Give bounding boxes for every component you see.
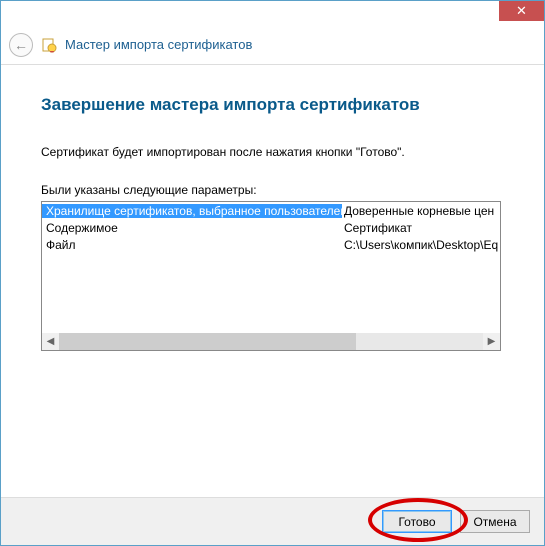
param-value: C:\Users\компик\Desktop\Eq — [342, 238, 501, 252]
wizard-window: ✕ ← Мастер импорта сертификатов Завершен… — [0, 0, 545, 546]
scroll-left-arrow[interactable]: ◀ — [42, 333, 59, 350]
description-text: Сертификат будет импортирован после нажа… — [41, 145, 504, 159]
param-name: Хранилище сертификатов, выбранное пользо… — [42, 204, 342, 218]
header-title: Мастер импорта сертификатов — [65, 37, 252, 52]
params-label: Были указаны следующие параметры: — [41, 183, 504, 197]
titlebar: ✕ — [1, 1, 544, 25]
cancel-button[interactable]: Отмена — [460, 510, 530, 533]
param-value: Доверенные корневые цен — [342, 204, 501, 218]
table-row[interactable]: Хранилище сертификатов, выбранное пользо… — [42, 202, 501, 219]
table-row[interactable]: Содержимое Сертификат — [42, 219, 501, 236]
param-value: Сертификат — [342, 221, 501, 235]
scroll-thumb[interactable] — [59, 333, 356, 350]
footer: Готово Отмена — [1, 497, 544, 545]
page-title: Завершение мастера импорта сертификатов — [41, 95, 504, 115]
params-listbox[interactable]: Хранилище сертификатов, выбранное пользо… — [41, 201, 501, 351]
horizontal-scrollbar[interactable]: ◀ ▶ — [42, 333, 500, 350]
scroll-track[interactable] — [59, 333, 483, 350]
close-button[interactable]: ✕ — [499, 1, 544, 21]
param-name: Файл — [42, 238, 342, 252]
certificate-wizard-icon — [41, 37, 57, 53]
table-row[interactable]: Файл C:\Users\компик\Desktop\Eq — [42, 236, 501, 253]
content-area: Завершение мастера импорта сертификатов … — [1, 65, 544, 361]
scroll-right-arrow[interactable]: ▶ — [483, 333, 500, 350]
header: ← Мастер импорта сертификатов — [1, 25, 544, 65]
finish-button[interactable]: Готово — [382, 510, 452, 533]
back-button[interactable]: ← — [9, 33, 33, 57]
param-name: Содержимое — [42, 221, 342, 235]
